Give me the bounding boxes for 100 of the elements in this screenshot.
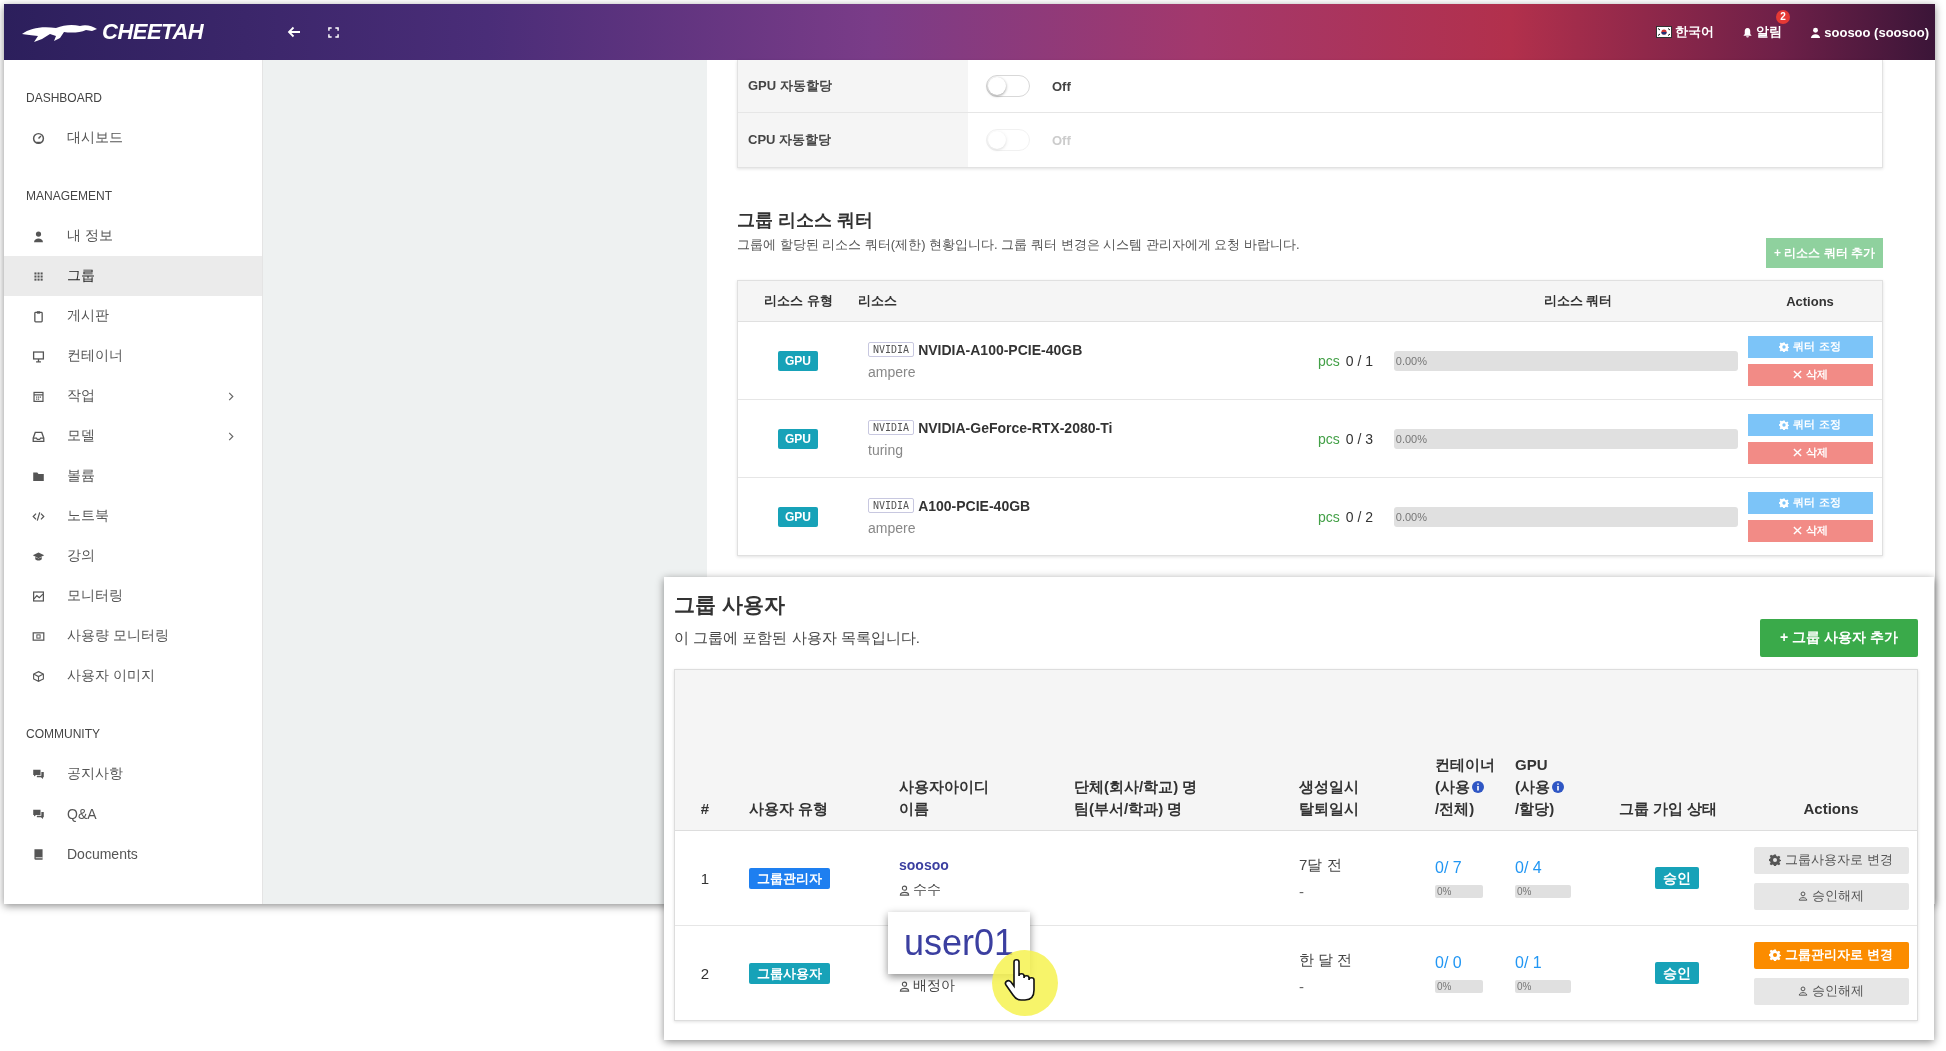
resource-name: A100-PCIE-40GB [918, 497, 1031, 514]
revoke-approval-button[interactable]: 승인해제 [1753, 977, 1909, 1005]
column-header: (사용 [1435, 777, 1470, 797]
row-number: 2 [700, 964, 710, 982]
section-heading: 그룹 리소스 쿼터 [737, 209, 874, 232]
column-header: 팀(부서/학과) 명 [1074, 799, 1184, 819]
nav-item[interactable]: 그룹 [4, 256, 262, 296]
nav-item[interactable]: 작업 [4, 376, 262, 416]
architecture-text: turing [868, 441, 905, 458]
setting-label: GPU 자동할당 [738, 60, 968, 112]
nav-item[interactable]: Q&A [4, 794, 262, 834]
alert-count-badge: 2 [1776, 10, 1790, 24]
cube-icon [32, 669, 45, 683]
column-header: 리소스 [858, 292, 898, 310]
vendor-tag: NVIDIA [868, 498, 915, 513]
gear-icon [1769, 949, 1782, 961]
language-link[interactable]: 한국어 [1675, 23, 1715, 41]
nav-item[interactable]: Documents [4, 834, 262, 874]
unit-text: pcs [1318, 352, 1340, 369]
chat-icon [32, 807, 45, 821]
column-header: GPU [1515, 755, 1548, 775]
unit-text: pcs [1318, 508, 1340, 525]
back-arrow-icon[interactable] [286, 24, 302, 40]
vendor-tag: NVIDIA [868, 342, 915, 357]
user-name: 수수 [913, 881, 941, 899]
created-date: 7달 전 [1299, 856, 1343, 875]
nav-item[interactable]: 모니터링 [4, 576, 262, 616]
gauge-icon [32, 131, 45, 145]
section-description: 그룹에 할당된 리소스 쿼터(제한) 현황입니다. 그룹 쿼터 변경은 시스템 관리자에게 요청 바랍니다. [737, 236, 1300, 254]
percent-text: 0% [1516, 885, 1532, 897]
status-badge: 승인 [1655, 866, 1699, 889]
unit-text: pcs [1318, 430, 1340, 447]
folder-icon [32, 469, 45, 483]
nav-item[interactable]: 내 정보 [4, 216, 262, 256]
close-icon [1792, 448, 1802, 457]
code-icon [32, 509, 45, 523]
nav-item[interactable]: 사용자 이미지 [4, 656, 262, 696]
person-icon [899, 884, 910, 896]
nav-item[interactable]: 대시보드 [4, 118, 262, 158]
section-title: MANAGEMENT [26, 188, 113, 204]
column-header: (사용 [1515, 777, 1550, 797]
column-header: Actions [1803, 799, 1859, 819]
quota-reading: 0 / 2 [1345, 508, 1375, 525]
nav-item[interactable]: 모델 [4, 416, 262, 456]
role-badge: 그룹사용자 [749, 962, 830, 984]
toggle-status: Off [1052, 78, 1071, 94]
chat-icon [32, 767, 45, 781]
resource-name: NVIDIA-GeForce-RTX-2080-Ti [918, 419, 1113, 436]
close-icon [1792, 526, 1802, 535]
resource-type-badge: GPU [778, 428, 818, 449]
nav-item[interactable]: 노트북 [4, 496, 262, 536]
column-header: /전체) [1435, 799, 1476, 819]
change-role-button[interactable]: 그룹사용자로 변경 [1753, 846, 1909, 874]
gear-icon [1769, 854, 1782, 866]
person-icon [899, 980, 910, 992]
book-icon [32, 847, 45, 861]
fullscreen-icon[interactable] [328, 26, 339, 38]
bell-icon [1742, 26, 1754, 38]
user-id-link[interactable]: soosoo [899, 857, 1060, 873]
architecture-text: ampere [868, 519, 917, 536]
user-menu-link[interactable]: soosoo (soosoo) [1824, 24, 1929, 40]
alerts-link[interactable]: 알림 [1756, 23, 1783, 41]
column-header: 탈퇴일시 [1299, 799, 1360, 819]
column-header: 리소스 유형 [763, 292, 834, 310]
section-title: DASHBOARD [26, 90, 103, 106]
chart-icon [32, 589, 45, 603]
percent-text: 0.00% [1394, 432, 1427, 445]
nav-item[interactable]: 공지사항 [4, 754, 262, 794]
revoke-approval-button[interactable]: 승인해제 [1753, 882, 1909, 910]
person-icon [1798, 986, 1808, 996]
cap-icon [32, 549, 45, 563]
column-header: Actions [1785, 293, 1835, 309]
nav-item[interactable]: 볼륨 [4, 456, 262, 496]
percent-text: 0% [1436, 885, 1452, 897]
setting-label: CPU 자동할당 [738, 113, 968, 167]
magnified-callout: user01 [888, 912, 1030, 974]
nav-item[interactable]: 컨테이너 [4, 336, 262, 376]
toggle-switch[interactable] [986, 75, 1030, 97]
person-icon [1798, 891, 1808, 901]
nav-item[interactable]: 게시판 [4, 296, 262, 336]
column-header: 그룹 가입 상태 [1619, 799, 1719, 819]
column-header: 단체(회사/학교) 명 [1074, 777, 1199, 797]
grid-icon [32, 269, 45, 283]
architecture-text: ampere [868, 363, 917, 380]
column-header: 사용자아이디 [899, 777, 990, 797]
column-header: 이름 [899, 799, 930, 819]
gear-icon [1779, 341, 1790, 352]
section-description: 이 그룹에 포함된 사용자 목록입니다. [674, 629, 920, 648]
close-icon [1792, 370, 1802, 379]
percent-text: 0.00% [1394, 510, 1427, 523]
nav-item[interactable]: 사용량 모니터링 [4, 616, 262, 656]
quota-reading: 0 / 1 [1345, 352, 1375, 369]
gear-icon [1779, 497, 1790, 508]
nav-item[interactable]: 강의 [4, 536, 262, 576]
row-number: 1 [700, 869, 710, 887]
column-header: 사용자 유형 [749, 799, 830, 819]
calendar-icon [32, 389, 45, 403]
section-title: COMMUNITY [26, 726, 101, 742]
column-header: 생성일시 [1299, 777, 1360, 797]
monitor-icon [32, 349, 45, 363]
